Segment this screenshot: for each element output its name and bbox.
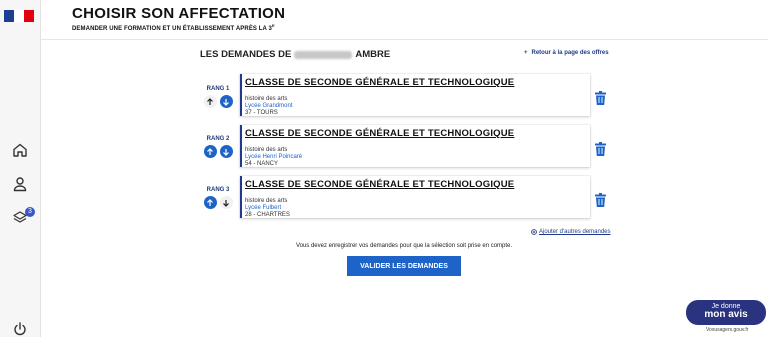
page-subtitle: DEMANDER UNE FORMATION ET UN ÉTABLISSEME… (72, 23, 275, 32)
formation-title: CLASSE DE SECONDE GÉNÉRALE ET TECHNOLOGI… (245, 128, 515, 139)
rank-controls-1: RANG 1 (200, 86, 236, 108)
side-navigation: 3 (0, 0, 41, 337)
school-city: 37 - TOURS (245, 110, 278, 116)
blurred-last-name (294, 50, 353, 59)
move-up-button[interactable] (203, 196, 217, 209)
power-icon[interactable] (12, 321, 28, 337)
header-divider (40, 39, 768, 40)
page-subtitle-superscript: E (271, 23, 275, 28)
french-flag-logo (4, 10, 34, 22)
rank-label: RANG 3 (206, 187, 230, 193)
plus-circle-icon (531, 229, 537, 235)
plus-icon: + (524, 50, 528, 56)
back-to-offers-link[interactable]: + Retour à la page des offres (524, 50, 609, 56)
formation-option: histoire des arts (245, 96, 288, 102)
back-to-offers-label: Retour à la page des offres (531, 50, 609, 56)
move-down-button[interactable] (219, 196, 233, 209)
rank-label: RANG 2 (206, 136, 230, 142)
school-link[interactable]: Lycée Henri Poincaré (245, 154, 302, 160)
move-up-button[interactable] (203, 95, 217, 108)
feedback-line-2: mon avis (704, 309, 748, 320)
requests-heading-name: AMBRE (355, 49, 391, 60)
rank-controls-2: RANG 2 (200, 136, 236, 158)
requests-heading: LES DEMANDES DE AMBRE (200, 49, 390, 60)
trash-icon[interactable] (594, 91, 607, 105)
request-card-3[interactable]: CLASSE DE SECONDE GÉNÉRALE ET TECHNOLOGI… (240, 176, 590, 218)
arrow-down-icon (223, 98, 229, 106)
trash-icon[interactable] (594, 193, 607, 207)
page-title: CHOISIR SON AFFECTATION (72, 5, 286, 22)
move-down-button[interactable] (219, 145, 233, 158)
school-city: 28 - CHARTRES (245, 212, 290, 218)
rank-controls-3: RANG 3 (200, 187, 236, 209)
add-requests-link[interactable]: Ajouter d'autres demandes (531, 229, 611, 235)
notification-badge: 3 (25, 207, 35, 217)
add-requests-label: Ajouter d'autres demandes (539, 229, 611, 235)
request-card-2[interactable]: CLASSE DE SECONDE GÉNÉRALE ET TECHNOLOGI… (240, 125, 590, 167)
requests-heading-prefix: LES DEMANDES DE (200, 49, 292, 60)
move-up-button[interactable] (203, 145, 217, 158)
arrow-up-icon (207, 198, 213, 206)
validate-requests-button[interactable]: VALIDER LES DEMANDES (347, 256, 461, 276)
arrow-up-icon (207, 147, 213, 155)
save-warning-text: Vous devez enregistrer vos demandes pour… (295, 243, 513, 249)
user-icon[interactable] (12, 176, 28, 192)
request-card-1[interactable]: CLASSE DE SECONDE GÉNÉRALE ET TECHNOLOGI… (240, 74, 590, 116)
formation-option: histoire des arts (245, 198, 288, 204)
school-city: 54 - NANCY (245, 161, 279, 167)
arrow-up-icon (207, 97, 213, 105)
school-link[interactable]: Lycée Fulbert (245, 205, 281, 211)
move-down-button[interactable] (219, 95, 233, 108)
page-subtitle-text: DEMANDER UNE FORMATION ET UN ÉTABLISSEME… (72, 26, 272, 32)
rank-label: RANG 1 (206, 86, 230, 92)
arrow-down-icon (223, 199, 229, 207)
trash-icon[interactable] (594, 142, 607, 156)
feedback-source: Voxusagers.gouv.fr (706, 327, 749, 333)
formation-title: CLASSE DE SECONDE GÉNÉRALE ET TECHNOLOGI… (245, 179, 515, 190)
school-link[interactable]: Lycée Grandmont (245, 103, 292, 109)
home-icon[interactable] (12, 142, 28, 158)
formation-option: histoire des arts (245, 147, 288, 153)
formation-title: CLASSE DE SECONDE GÉNÉRALE ET TECHNOLOGI… (245, 77, 515, 88)
feedback-button[interactable]: Je donne mon avis (686, 300, 766, 325)
arrow-down-icon (223, 148, 229, 156)
